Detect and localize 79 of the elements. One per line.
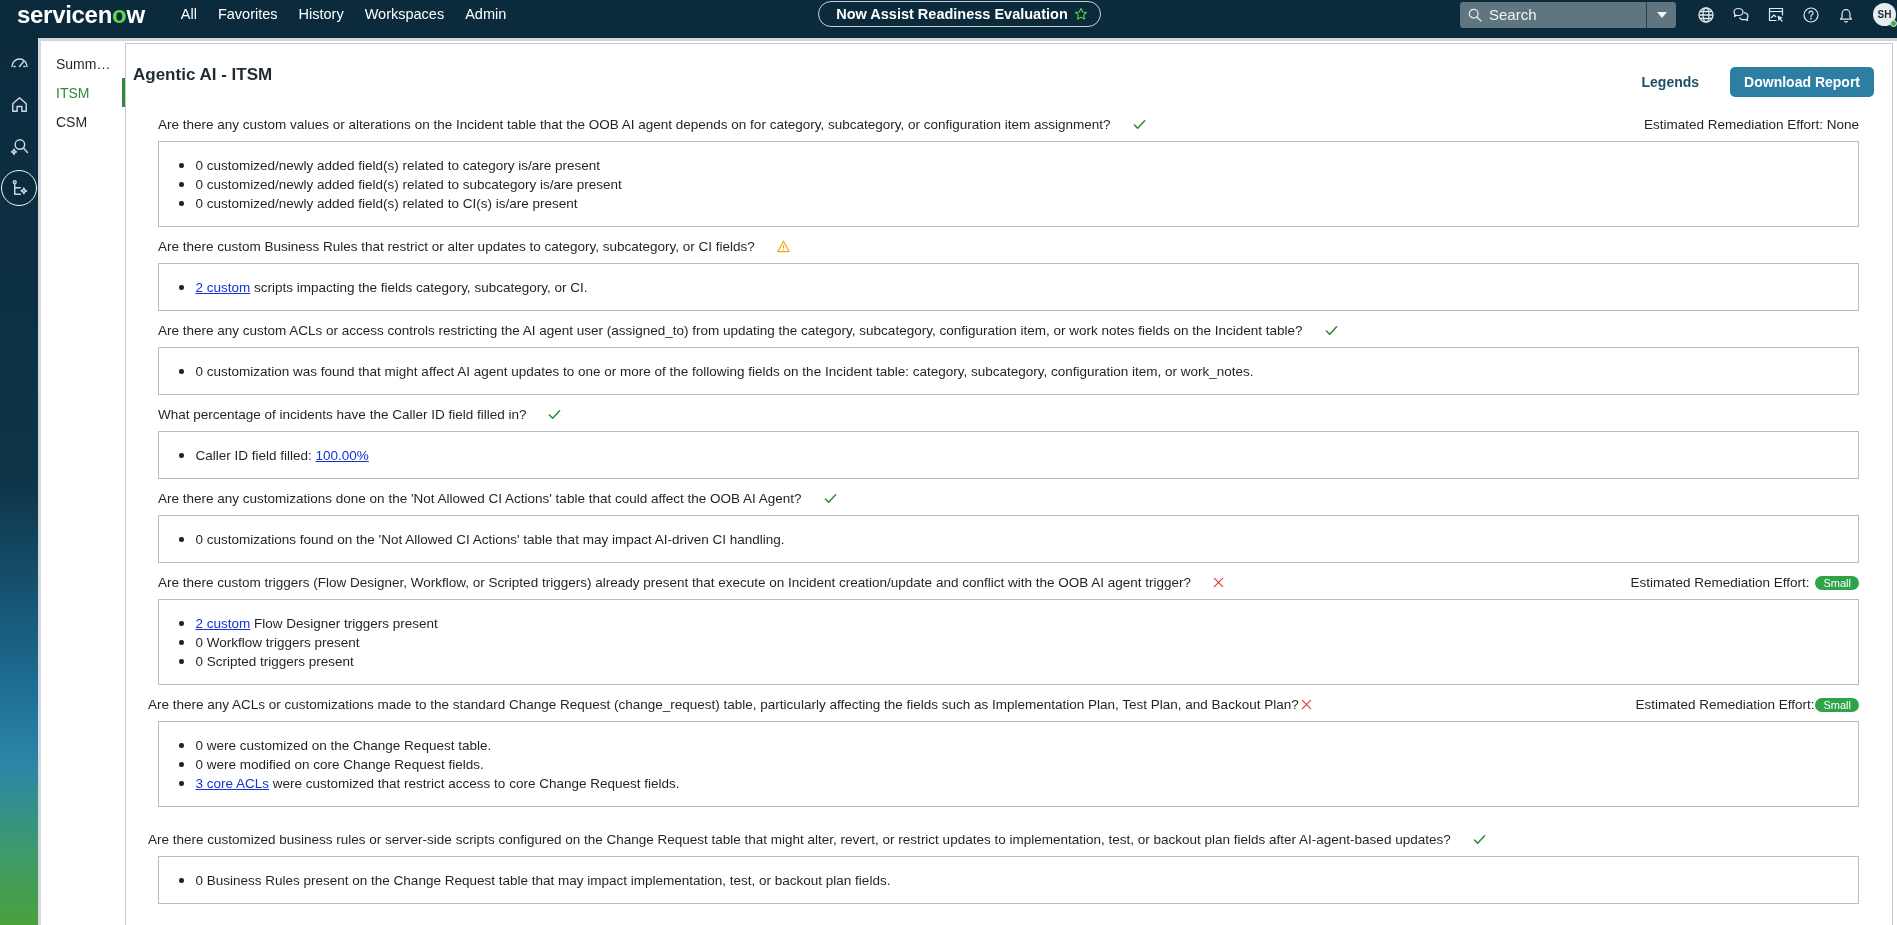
nav-item[interactable]: Summ… <box>41 49 125 78</box>
finding-link[interactable]: 3 core ACLs <box>195 776 270 791</box>
check-icon <box>1132 118 1146 131</box>
logo[interactable]: servicenow <box>17 1 145 28</box>
finding-text: 0 Business Rules present on the Change Request table that may impact implementation, test, or backout plan fields. <box>195 872 891 890</box>
bullet-icon <box>179 537 184 542</box>
finding-text: 0 customizations found on the 'Not Allowed CI Actions' table that may impact AI-driven CI handling. <box>195 531 785 549</box>
page-heading: Agentic AI - ITSM <box>133 64 273 86</box>
bullet-icon <box>179 878 184 883</box>
finding-link[interactable]: 2 custom <box>195 616 251 631</box>
menu-item[interactable]: History <box>298 3 344 26</box>
bullet-icon <box>179 285 184 290</box>
finding-text: 2 custom scripts impacting the fields category, subcategory, or CI. <box>195 279 588 297</box>
question-text: Are there custom Business Rules that restrict or alter updates to category, subcategory, or CI fields? <box>158 238 755 256</box>
globe-icon[interactable] <box>1698 6 1714 23</box>
cross-icon <box>1213 577 1225 588</box>
rail-button[interactable] <box>1 170 37 206</box>
help-icon[interactable] <box>1803 6 1819 23</box>
menu-item[interactable]: Admin <box>465 3 507 26</box>
search-field[interactable]: Search <box>1460 1 1646 28</box>
finding-link[interactable]: 2 custom <box>195 280 251 295</box>
finding-text: 0 customized/newly added field(s) related to category is/are present <box>195 157 600 175</box>
finding-text: 0 customized/newly added field(s) related to subcategory is/are present <box>195 176 622 194</box>
menu-item[interactable]: Favorites <box>217 3 278 26</box>
bullet-icon <box>179 762 184 767</box>
finding-text: 0 Scripted triggers present <box>195 653 354 671</box>
nav-item[interactable]: ITSM <box>41 78 125 107</box>
bullet-icon <box>179 659 184 664</box>
effort-badge: Small <box>1815 575 1859 590</box>
search-sparkle-icon <box>9 136 29 156</box>
search-icon <box>1468 7 1482 22</box>
bullet-icon <box>179 369 184 374</box>
effort-badge: Small <box>1815 697 1859 712</box>
bullet-icon <box>179 743 184 748</box>
finding-text: 0 were customized on the Change Request table. <box>195 737 492 755</box>
check-icon <box>1472 833 1486 846</box>
legends-link[interactable]: Legends <box>1641 74 1700 90</box>
question-text: Are there any custom values or alterations on the Incident table that the OOB AI agent depends on for category, subcategory, or configuration item assignment? <box>158 116 1111 134</box>
effort-label: Estimated Remediation Effort: <box>1630 574 1810 592</box>
cross-icon <box>1300 699 1312 710</box>
search-scope-button[interactable] <box>1646 1 1676 28</box>
question-text: Are there custom triggers (Flow Designer, Workflow, or Scripted triggers) already present that execute on Incident creation/update and conflict with the OOB AI agent trigger? <box>158 574 1192 592</box>
check-icon <box>548 408 562 421</box>
finding-text: 0 Workflow triggers present <box>195 634 360 652</box>
bullet-icon <box>179 453 184 458</box>
question-text: What percentage of incidents have the Caller ID field filled in? <box>158 406 527 424</box>
window-cursor-icon[interactable] <box>1768 6 1784 23</box>
finding-text: 0 customization was found that might affect AI agent updates to one or more of the following fields on the Incident table: category, subcategory, configuration item, or work_notes. <box>195 363 1254 381</box>
finding-link[interactable]: 100.00% <box>315 448 369 463</box>
home-icon <box>9 94 29 114</box>
question-text: Are there any customizations done on the 'Not Allowed CI Actions' table that could affect the OOB AI Agent? <box>158 490 802 508</box>
check-icon <box>823 492 837 505</box>
question-text: Are there any custom ACLs or access controls restricting the AI agent user (assigned_to) from updating the category, subcategory, configuration item, or work notes fields on the Incident table? <box>158 322 1303 340</box>
finding-text: 2 custom Flow Designer triggers present <box>195 615 438 633</box>
chat-icon[interactable] <box>1733 6 1749 23</box>
menu-item[interactable]: Workspaces <box>364 3 445 26</box>
bullet-icon <box>179 201 184 206</box>
user-avatar[interactable]: SH <box>1873 3 1896 26</box>
nav-item[interactable]: CSM <box>41 107 125 136</box>
bullet-icon <box>179 621 184 626</box>
finding-text: 3 core ACLs were customized that restrict access to core Change Request fields. <box>195 775 680 793</box>
question-text: Are there any ACLs or customizations made to the standard Change Request (change_request) table, particularly affecting the fields such as Implementation Plan, Test Plan, and Backout Plan? <box>148 696 1299 714</box>
bullet-icon <box>179 640 184 645</box>
finding-text: Caller ID field filled: 100.00% <box>195 447 369 465</box>
star-icon[interactable] <box>1073 7 1088 21</box>
bullet-icon <box>179 182 184 187</box>
bullet-icon <box>179 163 184 168</box>
menu-item[interactable]: All <box>180 3 197 26</box>
finding-text: 0 were modified on core Change Request fields. <box>195 756 484 774</box>
effort-label: Estimated Remediation Effort: <box>1635 696 1815 714</box>
bell-icon[interactable] <box>1838 6 1854 23</box>
caret-icon <box>1656 11 1667 18</box>
download-report-button[interactable]: Download Report <box>1730 67 1874 97</box>
bullet-icon <box>179 781 184 786</box>
question-text: Are there customized business rules or server-side scripts configured on the Change Request table that might alter, revert, or restrict updates to implementation, test, or backout plan fields after AI-agent-based updates? <box>148 831 1451 849</box>
check-icon <box>1324 324 1338 337</box>
warning-icon <box>776 240 790 253</box>
finding-text: 0 customized/newly added field(s) related to CI(s) is/are present <box>195 195 578 213</box>
effort-label: Estimated Remediation Effort: None <box>1643 116 1859 134</box>
